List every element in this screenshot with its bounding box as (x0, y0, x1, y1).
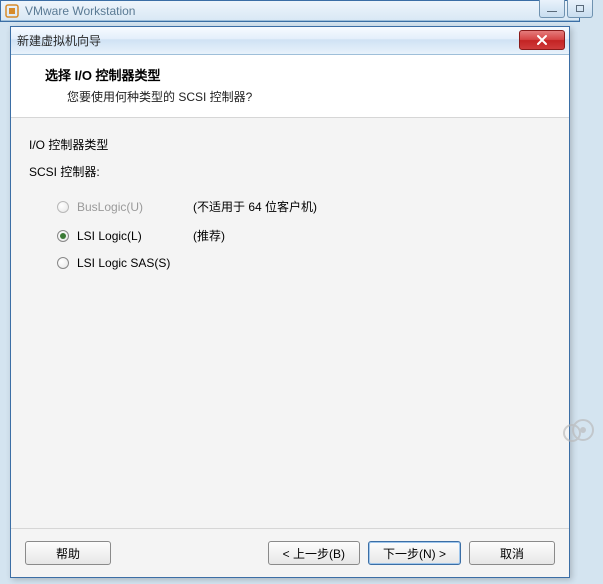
radio-icon (57, 257, 69, 269)
radio-hint: (不适用于 64 位客户机) (193, 198, 317, 215)
dialog-header: 选择 I/O 控制器类型 您要使用何种类型的 SCSI 控制器? (11, 55, 569, 118)
radio-option-lsi-logic-sas[interactable]: LSI Logic SAS(S) (29, 250, 551, 276)
header-title: 选择 I/O 控制器类型 (45, 65, 555, 84)
dialog-body: I/O 控制器类型 SCSI 控制器: BusLogic(U) (不适用于 64… (11, 118, 569, 528)
watermark-logo (559, 416, 599, 444)
close-button[interactable] (519, 30, 565, 50)
help-button[interactable]: 帮助 (25, 541, 111, 565)
radio-label: LSI Logic SAS(S) (77, 256, 187, 270)
radio-label: LSI Logic(L) (77, 229, 187, 243)
maximize-button[interactable] (567, 0, 593, 18)
next-button[interactable]: 下一步(N) > (368, 541, 461, 565)
minimize-button[interactable] (539, 0, 565, 18)
new-vm-wizard-dialog: 新建虚拟机向导 选择 I/O 控制器类型 您要使用何种类型的 SCSI 控制器?… (10, 26, 570, 578)
main-window-controls (537, 0, 593, 18)
io-controller-type-label: I/O 控制器类型 (29, 136, 551, 153)
back-button[interactable]: < 上一步(B) (268, 541, 360, 565)
radio-label: BusLogic(U) (77, 200, 187, 214)
radio-option-buslogic: BusLogic(U) (不适用于 64 位客户机) (29, 192, 551, 221)
scsi-controller-label: SCSI 控制器: (29, 163, 551, 180)
cancel-button[interactable]: 取消 (469, 541, 555, 565)
radio-icon (57, 201, 69, 213)
main-titlebar: VMware Workstation (1, 1, 579, 21)
radio-icon (57, 230, 69, 242)
main-window-title: VMware Workstation (25, 4, 135, 18)
dialog-footer: 帮助 < 上一步(B) 下一步(N) > 取消 (11, 528, 569, 577)
header-subtitle: 您要使用何种类型的 SCSI 控制器? (45, 88, 555, 105)
radio-option-lsi-logic[interactable]: LSI Logic(L) (推荐) (29, 221, 551, 250)
radio-hint: (推荐) (193, 227, 225, 244)
dialog-titlebar: 新建虚拟机向导 (11, 27, 569, 55)
vmware-main-window: VMware Workstation (0, 0, 580, 22)
vmware-app-icon (5, 4, 19, 18)
dialog-title: 新建虚拟机向导 (17, 32, 101, 49)
